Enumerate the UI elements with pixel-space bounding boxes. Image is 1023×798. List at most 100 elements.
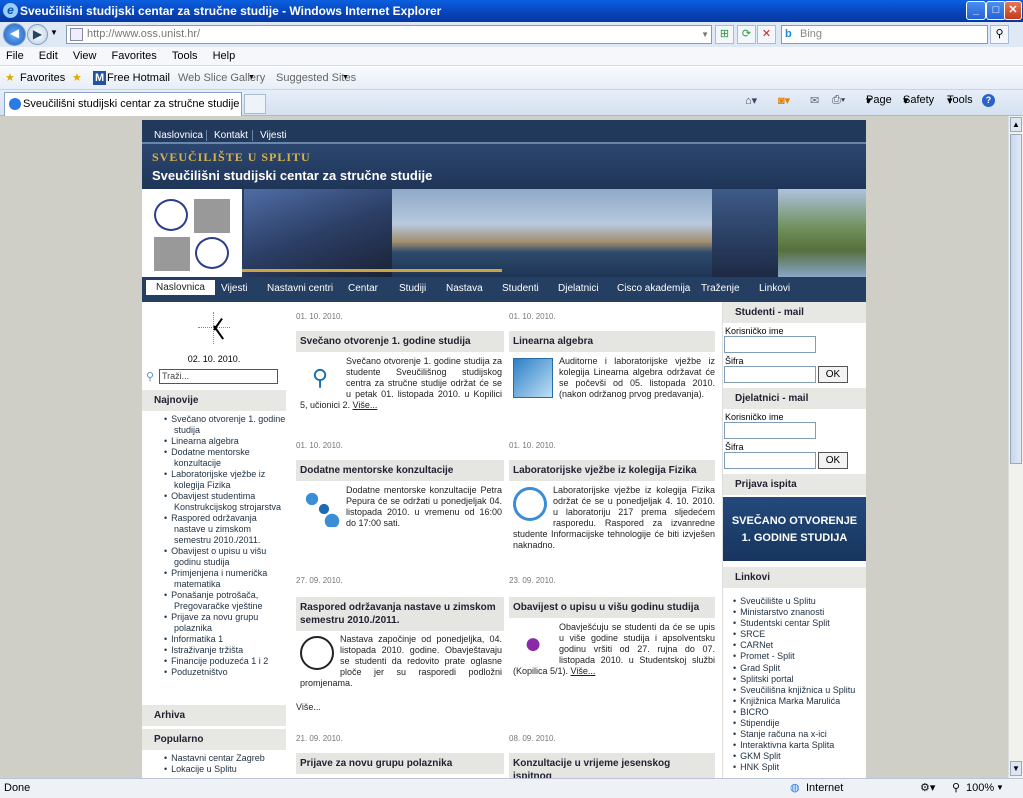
protected-mode-icon[interactable]: ⚙▾ — [920, 779, 935, 797]
menu-file[interactable]: File — [0, 47, 30, 66]
list-item[interactable]: BICRO — [740, 707, 866, 718]
news-title[interactable]: Linearna algebra — [509, 331, 715, 352]
list-item[interactable]: Istraživanje tržišta — [171, 645, 286, 656]
list-item[interactable]: Informatika 1 — [171, 634, 286, 645]
news-title[interactable]: Svečano otvorenje 1. godine studija — [296, 331, 504, 352]
staff-ok-button[interactable]: OK — [818, 452, 848, 469]
url-field[interactable]: http://www.oss.unist.hr/ ▼ — [66, 25, 712, 44]
topnav-kontakt[interactable]: Kontakt — [206, 130, 248, 141]
news-title[interactable]: Dodatne mentorske konzultacije — [296, 460, 504, 481]
nav-vijesti[interactable]: Vijesti — [221, 283, 248, 294]
page-menu[interactable]: Page ▾ — [866, 94, 892, 107]
list-item[interactable]: Raspored održavanja nastave u zimskom se… — [171, 513, 286, 546]
list-item[interactable]: Stanje računa na x-ici — [740, 729, 866, 740]
refresh-icon[interactable]: ⟳ — [737, 25, 756, 44]
list-item[interactable]: Sveučilišna knjižnica u Splitu — [740, 685, 866, 696]
list-item[interactable]: Knjižnica Marka Marulića — [740, 696, 866, 707]
list-item[interactable]: Svečano otvorenje 1. godine studija — [171, 414, 286, 436]
list-item[interactable]: Poduzetništvo — [171, 667, 286, 678]
list-item[interactable]: Interaktivna karta Splita — [740, 740, 866, 751]
news-title[interactable]: Prijave za novu grupu polaznika — [296, 753, 504, 774]
scroll-down-icon[interactable]: ▼ — [1010, 761, 1022, 776]
print-icon[interactable]: ⎙▾ — [832, 94, 845, 107]
nav-cisco-akademija[interactable]: Cisco akademija — [617, 283, 690, 294]
nav-naslovnica[interactable]: Naslovnica — [146, 280, 215, 295]
vertical-scrollbar[interactable]: ▲ ▼ — [1008, 116, 1023, 778]
menu-edit[interactable]: Edit — [33, 47, 64, 66]
list-item[interactable]: Obavijest o upisu u višu godinu studija — [171, 546, 286, 568]
nav-studiji[interactable]: Studiji — [399, 283, 426, 294]
more-link[interactable]: Više... — [353, 400, 378, 410]
fav-free-hotmail[interactable]: Free Hotmail — [107, 71, 170, 85]
student-ok-button[interactable]: OK — [818, 366, 848, 383]
stop-icon[interactable]: ✕ — [757, 25, 776, 44]
url-dropdown-icon[interactable]: ▼ — [701, 26, 709, 43]
chevron-down-icon[interactable]: ▼ — [248, 71, 255, 85]
all-news-link[interactable]: Više... — [296, 702, 321, 712]
chevron-down-icon[interactable]: ▼ — [342, 71, 349, 85]
list-item[interactable]: SRCE — [740, 629, 866, 640]
compatibility-icon[interactable]: ⊞ — [715, 25, 734, 44]
menu-favorites[interactable]: Favorites — [106, 47, 163, 66]
add-favorite-icon[interactable]: ★ — [72, 71, 82, 85]
topnav-naslovnica[interactable]: Naslovnica — [154, 130, 203, 141]
nav-djelatnici[interactable]: Djelatnici — [558, 283, 599, 294]
list-item[interactable]: Sveučilište u Splitu — [740, 596, 866, 607]
site-search-input[interactable]: Traži... — [159, 369, 278, 384]
list-item[interactable]: Ministarstvo znanosti — [740, 607, 866, 618]
news-title[interactable]: Raspored održavanja nastave u zimskom se… — [296, 597, 504, 631]
search-input[interactable]: b Bing — [781, 25, 988, 44]
prijava-ispita-link[interactable]: Prijava ispita — [723, 474, 866, 495]
list-item[interactable]: Financije poduzeća 1 i 2 — [171, 656, 286, 667]
feeds-icon[interactable]: ◙▾ — [778, 94, 790, 107]
history-dropdown-icon[interactable]: ▼ — [50, 28, 58, 37]
mail-icon[interactable]: ✉ — [810, 94, 819, 107]
list-item[interactable]: CARNet — [740, 640, 866, 651]
minimize-button[interactable]: _ — [966, 1, 986, 20]
nav-nastavni-centri[interactable]: Nastavni centri — [267, 283, 333, 294]
help-icon[interactable]: ? — [982, 94, 995, 107]
news-title[interactable]: Obavijest o upisu u višu godinu studija — [509, 597, 715, 618]
list-item[interactable]: Splitski portal — [740, 674, 866, 685]
zoom-icon[interactable]: ⚲ — [952, 779, 960, 797]
menu-tools[interactable]: Tools — [166, 47, 204, 66]
list-item[interactable]: HNK Split — [740, 762, 866, 773]
safety-menu[interactable]: Safety ▾ — [903, 94, 934, 107]
new-tab-button[interactable] — [244, 94, 266, 114]
search-go-icon[interactable]: ⚲ — [990, 25, 1009, 44]
list-item[interactable]: Laboratorijske vježbe iz kolegija Fizika — [171, 469, 286, 491]
menu-help[interactable]: Help — [207, 47, 242, 66]
nav-studenti[interactable]: Studenti — [502, 283, 539, 294]
favorites-button[interactable]: Favorites — [20, 71, 65, 85]
chevron-down-icon[interactable]: ▼ — [996, 779, 1004, 797]
news-title[interactable]: Laboratorijske vježbe iz kolegija Fizika — [509, 460, 715, 481]
news-title[interactable]: Konzultacije u vrijeme jesenskog ispitno… — [509, 753, 715, 778]
list-item[interactable]: Prijave za novu grupu polaznika — [171, 612, 286, 634]
student-password-input[interactable] — [724, 366, 816, 383]
list-item[interactable]: Nastavni centar Zagreb — [171, 753, 286, 764]
arhiva-heading[interactable]: Arhiva — [142, 705, 286, 726]
nav-nastava[interactable]: Nastava — [446, 283, 483, 294]
list-item[interactable]: Promet - Split — [740, 651, 866, 662]
staff-username-input[interactable] — [724, 422, 816, 439]
more-link[interactable]: Više... — [571, 666, 596, 676]
tab-current[interactable]: Sveučilišni studijski centar za stručne … — [4, 92, 242, 116]
scroll-up-icon[interactable]: ▲ — [1010, 117, 1022, 132]
list-item[interactable]: Linearna algebra — [171, 436, 286, 447]
staff-password-input[interactable] — [724, 452, 816, 469]
list-item[interactable]: Dodatne mentorske konzultacije — [171, 447, 286, 469]
list-item[interactable]: Lokacije u Splitu — [171, 764, 286, 775]
nav-trazenje[interactable]: Traženje — [701, 283, 740, 294]
list-item[interactable]: Ponašanje potrošača, Pregovaračke vješti… — [171, 590, 286, 612]
list-item[interactable]: GKM Split — [740, 751, 866, 762]
maximize-button[interactable]: □ — [986, 1, 1006, 20]
menu-view[interactable]: View — [67, 47, 103, 66]
list-item[interactable]: Studentski centar Split — [740, 618, 866, 629]
promo-banner[interactable]: SVEČANO OTVORENJE 1. GODINE STUDIJA — [723, 497, 866, 561]
student-username-input[interactable] — [724, 336, 816, 353]
list-item[interactable]: Primjenjena i numerička matematika — [171, 568, 286, 590]
back-button[interactable]: ◀ — [3, 23, 26, 46]
forward-button[interactable]: ▶ — [27, 24, 48, 45]
topnav-vijesti[interactable]: Vijesti — [252, 130, 287, 141]
list-item[interactable]: Obavijest studentima Konstrukcijskog str… — [171, 491, 286, 513]
